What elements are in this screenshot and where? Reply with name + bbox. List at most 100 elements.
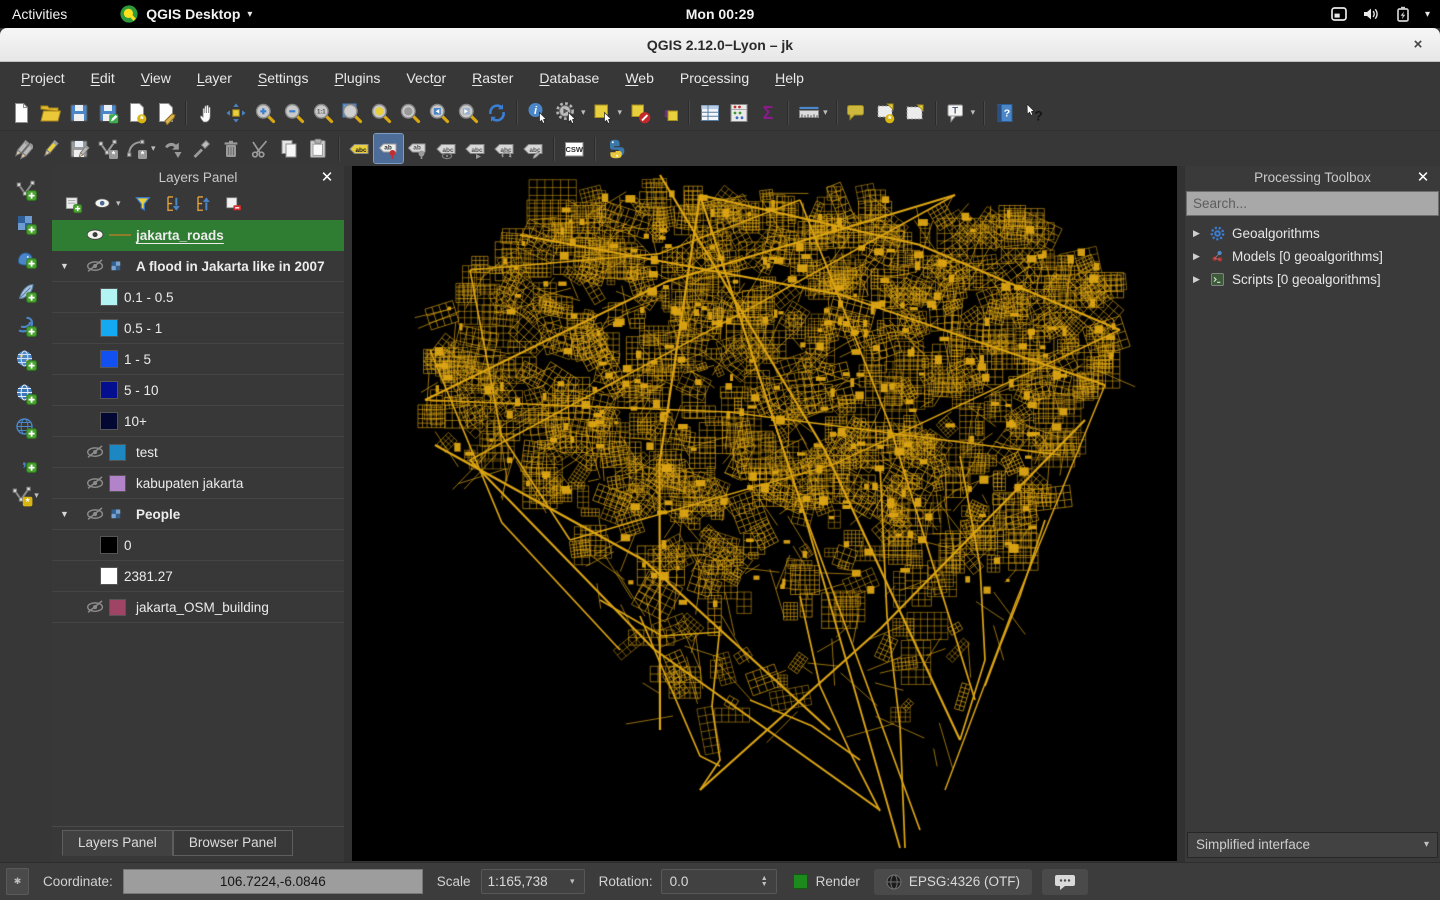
copy-features-button[interactable] xyxy=(275,134,304,163)
legend-class-row[interactable]: 10+ xyxy=(52,406,344,437)
rotation-spinbox[interactable]: 0.0 ▲▼ xyxy=(661,869,777,894)
window-close-button[interactable]: × xyxy=(1408,35,1428,55)
processing-group-row[interactable]: ▶Geoalgorithms xyxy=(1185,222,1440,245)
delete-selected-button[interactable] xyxy=(217,134,246,163)
csw-search-button[interactable]: CSW xyxy=(560,134,589,163)
layer-row[interactable]: kabupaten jakarta xyxy=(52,468,344,499)
legend-class-row[interactable]: 0 xyxy=(52,530,344,561)
pin-unpin-labels-button[interactable]: ab xyxy=(403,134,432,163)
statistics-button[interactable]: Σ xyxy=(753,98,782,127)
new-print-composer-button[interactable]: * xyxy=(122,98,151,127)
open-project-button[interactable] xyxy=(35,98,64,127)
zoom-out-button[interactable] xyxy=(279,98,308,127)
zoom-to-layer-button[interactable] xyxy=(395,98,424,127)
add-wcs-layer-button[interactable] xyxy=(9,380,43,407)
python-console-button[interactable] xyxy=(601,134,630,163)
zoom-next-button[interactable] xyxy=(453,98,482,127)
legend-class-row[interactable]: 0.1 - 0.5 xyxy=(52,282,344,313)
field-calculator-button[interactable] xyxy=(724,98,753,127)
render-checkbox[interactable] xyxy=(793,874,808,889)
deselect-features-button[interactable] xyxy=(625,98,654,127)
menu-edit[interactable]: Edit xyxy=(78,62,128,95)
pin-labels-button[interactable]: ab xyxy=(374,134,403,163)
change-label-button[interactable]: abc xyxy=(519,134,548,163)
cut-features-button[interactable] xyxy=(246,134,275,163)
expand-arrow-icon[interactable]: ▼ xyxy=(60,509,82,519)
scale-combobox[interactable]: 1:165,738 ▾ xyxy=(481,869,585,894)
map-canvas[interactable] xyxy=(352,166,1177,861)
zoom-to-selection-button[interactable] xyxy=(366,98,395,127)
rotate-label-button[interactable]: abc xyxy=(490,134,519,163)
expand-arrow-icon[interactable]: ▼ xyxy=(60,261,82,271)
layer-visible-toggle[interactable] xyxy=(82,225,109,246)
processing-toolbox-close-icon[interactable]: ✕ xyxy=(1414,169,1432,187)
add-delimited-text-layer-button[interactable]: , xyxy=(9,448,43,475)
layer-hidden-toggle[interactable] xyxy=(82,504,109,525)
new-bookmark-button[interactable]: * xyxy=(872,98,901,127)
circular-string-button[interactable]: * xyxy=(122,134,151,163)
window-titlebar[interactable]: QGIS 2.12.0−Lyon – jk × xyxy=(0,28,1440,62)
map-tips-button[interactable] xyxy=(843,98,872,127)
expand-arrow-icon[interactable]: ▶ xyxy=(1193,251,1203,262)
dropdown-arrow-icon[interactable]: ▾ xyxy=(116,198,121,209)
composer-manager-button[interactable] xyxy=(151,98,180,127)
menu-project[interactable]: Project xyxy=(8,62,78,95)
whats-this-button[interactable]: ? xyxy=(1019,98,1048,127)
move-label-button[interactable]: abc xyxy=(461,134,490,163)
filter-legend-button[interactable] xyxy=(132,193,154,215)
node-tool-button[interactable] xyxy=(188,134,217,163)
refresh-button[interactable] xyxy=(482,98,511,127)
add-postgis-layer-button[interactable] xyxy=(9,244,43,271)
select-by-expression-button[interactable]: ε xyxy=(654,98,683,127)
collapse-all-button[interactable] xyxy=(192,193,214,215)
coordinate-input[interactable] xyxy=(123,869,423,894)
add-group-button[interactable] xyxy=(62,193,84,215)
layer-row[interactable]: jakarta_OSM_building xyxy=(52,592,344,623)
add-raster-layer-button[interactable] xyxy=(9,210,43,237)
save-layer-edits-button[interactable] xyxy=(64,134,93,163)
layer-labeling-button[interactable]: abc xyxy=(345,134,374,163)
menu-view[interactable]: View xyxy=(128,62,184,95)
current-edits-button[interactable] xyxy=(6,134,35,163)
layer-row[interactable]: jakarta_roads xyxy=(52,220,344,251)
toggle-editing-button[interactable] xyxy=(35,134,64,163)
menu-vector[interactable]: Vector xyxy=(393,62,459,95)
pan-to-selection-button[interactable] xyxy=(221,98,250,127)
menu-plugins[interactable]: Plugins xyxy=(321,62,393,95)
menu-web[interactable]: Web xyxy=(612,62,667,95)
zoom-last-button[interactable] xyxy=(424,98,453,127)
dropdown-arrow-icon[interactable]: ▾ xyxy=(34,490,39,501)
layer-row[interactable]: ▼A flood in Jakarta like in 2007 xyxy=(52,251,344,282)
new-shapefile-layer-button[interactable]: *▾ xyxy=(9,482,43,509)
move-feature-button[interactable] xyxy=(159,134,188,163)
layers-panel-close-icon[interactable]: ✕ xyxy=(318,169,336,187)
processing-search-input[interactable] xyxy=(1186,191,1439,216)
menu-layer[interactable]: Layer xyxy=(184,62,245,95)
attribute-table-button[interactable] xyxy=(695,98,724,127)
dropdown-arrow-icon[interactable]: ▾ xyxy=(971,107,976,118)
save-project-as-button[interactable] xyxy=(93,98,122,127)
tab-layers-panel[interactable]: Layers Panel xyxy=(62,830,173,856)
dropdown-arrow-icon[interactable]: ▾ xyxy=(581,107,586,118)
new-project-button[interactable] xyxy=(6,98,35,127)
expand-arrow-icon[interactable]: ▶ xyxy=(1193,274,1203,285)
add-spatialite-layer-button[interactable] xyxy=(9,278,43,305)
menu-help[interactable]: Help xyxy=(762,62,817,95)
processing-group-row[interactable]: ▶Models [0 geoalgorithms] xyxy=(1185,245,1440,268)
highlight-labels-button[interactable]: abc xyxy=(432,134,461,163)
add-mssql-layer-button[interactable] xyxy=(9,312,43,339)
layer-hidden-toggle[interactable] xyxy=(82,442,109,463)
show-bookmarks-button[interactable] xyxy=(901,98,930,127)
clock[interactable]: Mon 00:29 xyxy=(0,6,1440,22)
layer-hidden-toggle[interactable] xyxy=(82,597,109,618)
expand-arrow-icon[interactable]: ▶ xyxy=(1193,228,1203,239)
tab-browser-panel[interactable]: Browser Panel xyxy=(173,830,293,856)
remove-layer-button[interactable] xyxy=(222,193,244,215)
interface-mode-select[interactable]: Simplified interface ▾ xyxy=(1187,832,1438,858)
pan-map-button[interactable] xyxy=(192,98,221,127)
dropdown-arrow-icon[interactable]: ▾ xyxy=(151,143,156,154)
processing-group-row[interactable]: ▶Scripts [0 geoalgorithms] xyxy=(1185,268,1440,291)
add-vector-layer-button[interactable] xyxy=(9,176,43,203)
text-annotation-button[interactable]: T xyxy=(942,98,971,127)
message-log-button[interactable] xyxy=(1042,869,1088,895)
